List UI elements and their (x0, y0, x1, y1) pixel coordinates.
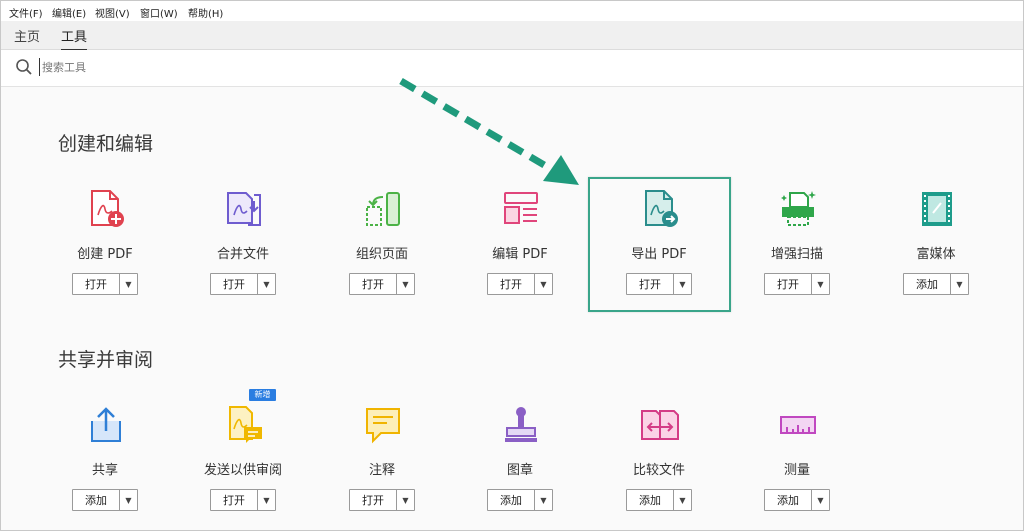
chevron-down-icon[interactable]: ▼ (811, 490, 829, 510)
tool-add-button: 添加 ▼ (72, 489, 138, 511)
tool-label: 增强扫描 (770, 247, 823, 262)
tool-send-for-review: 发送以供审阅 打开 ▼ (174, 405, 312, 525)
tool-rich-media: 富媒体 添加 ▼ (867, 189, 1005, 309)
open-button[interactable]: 打开 (350, 274, 396, 294)
menu-view[interactable]: 视图(V) (95, 5, 130, 20)
chevron-down-icon[interactable]: ▼ (257, 274, 275, 294)
menu-bar: 文件(F) 编辑(E) 视图(V) 窗口(W) 帮助(H) (1, 1, 1023, 21)
tool-open-button: 打开 ▼ (72, 273, 138, 295)
tool-label: 共享 (91, 463, 118, 478)
create-pdf-icon[interactable] (86, 189, 126, 229)
tool-open-button: 打开 ▼ (349, 489, 415, 511)
tool-label: 富媒体 (916, 247, 956, 262)
chevron-down-icon[interactable]: ▼ (673, 490, 691, 510)
new-badge: 新增 (249, 389, 276, 401)
open-button[interactable]: 打开 (488, 274, 534, 294)
dashed-arrow-icon (399, 77, 579, 185)
send-for-review-icon[interactable] (224, 405, 264, 445)
chevron-down-icon[interactable]: ▼ (119, 274, 137, 294)
tool-open-button: 打开 ▼ (487, 273, 553, 295)
tool-label: 测量 (783, 463, 810, 478)
enhance-scan-icon[interactable] (778, 189, 818, 229)
highlight-box (588, 177, 731, 312)
tab-bar: 主页 工具 (1, 21, 1023, 51)
app-window: 文件(F) 编辑(E) 视图(V) 窗口(W) 帮助(H) 主页 工具 创建和编… (0, 0, 1024, 531)
tool-label: 创建 PDF (77, 247, 133, 262)
tool-label: 比较文件 (632, 463, 685, 478)
chevron-down-icon[interactable]: ▼ (396, 490, 414, 510)
open-button[interactable]: 打开 (211, 490, 257, 510)
chevron-down-icon[interactable]: ▼ (534, 274, 552, 294)
chevron-down-icon[interactable]: ▼ (534, 490, 552, 510)
chevron-down-icon[interactable]: ▼ (811, 274, 829, 294)
open-button[interactable]: 打开 (350, 490, 396, 510)
tool-add-button: 添加 ▼ (487, 489, 553, 511)
tool-label: 组织页面 (355, 247, 408, 262)
comment-icon[interactable] (363, 405, 403, 445)
tool-enhance-scan: 增强扫描 打开 ▼ (728, 189, 866, 309)
section-title-share: 共享并审阅 (58, 349, 154, 371)
tab-home[interactable]: 主页 (14, 26, 40, 45)
rich-media-icon[interactable] (917, 189, 957, 229)
compare-files-icon[interactable] (640, 405, 680, 445)
tool-stamp: 图章 添加 ▼ (451, 405, 589, 525)
tool-add-button: 添加 ▼ (626, 489, 692, 511)
tool-combine-files: 合并文件 打开 ▼ (174, 189, 312, 309)
open-button[interactable]: 打开 (211, 274, 257, 294)
tool-measure: 测量 添加 ▼ (728, 405, 866, 525)
tool-label: 编辑 PDF (492, 247, 548, 262)
tool-open-button: 打开 ▼ (210, 273, 276, 295)
tool-share: 共享 添加 ▼ (36, 405, 174, 525)
tool-organize-pages: 组织页面 打开 ▼ (313, 189, 451, 309)
share-icon[interactable] (86, 405, 126, 445)
stamp-icon[interactable] (501, 405, 541, 445)
add-button[interactable]: 添加 (73, 490, 119, 510)
tool-comment: 注释 打开 ▼ (313, 405, 451, 525)
tool-add-button: 添加 ▼ (764, 489, 830, 511)
menu-file[interactable]: 文件(F) (9, 5, 43, 20)
add-button[interactable]: 添加 (488, 490, 534, 510)
search-input[interactable] (39, 58, 342, 76)
tool-add-button: 添加 ▼ (903, 273, 969, 295)
tool-edit-pdf: 编辑 PDF 打开 ▼ (451, 189, 589, 309)
open-button[interactable]: 打开 (73, 274, 119, 294)
tool-label: 图章 (506, 463, 533, 478)
open-button[interactable]: 打开 (765, 274, 811, 294)
menu-window[interactable]: 窗口(W) (140, 5, 178, 20)
tool-open-button: 打开 ▼ (210, 489, 276, 511)
tool-open-button: 打开 ▼ (764, 273, 830, 295)
chevron-down-icon[interactable]: ▼ (950, 274, 968, 294)
tool-label: 合并文件 (216, 247, 269, 262)
tool-open-button: 打开 ▼ (349, 273, 415, 295)
add-button[interactable]: 添加 (904, 274, 950, 294)
chevron-down-icon[interactable]: ▼ (119, 490, 137, 510)
menu-edit[interactable]: 编辑(E) (52, 5, 86, 20)
tool-label: 发送以供审阅 (203, 463, 282, 478)
chevron-down-icon[interactable]: ▼ (257, 490, 275, 510)
tab-tools[interactable]: 工具 (61, 26, 88, 51)
tool-create-pdf: 创建 PDF 打开 ▼ (36, 189, 174, 309)
menu-help[interactable]: 帮助(H) (188, 5, 223, 20)
combine-files-icon[interactable] (224, 189, 264, 229)
tool-compare-files: 比较文件 添加 ▼ (590, 405, 728, 525)
section-title-create: 创建和编辑 (58, 133, 154, 155)
chevron-down-icon[interactable]: ▼ (396, 274, 414, 294)
measure-icon[interactable] (778, 405, 818, 445)
add-button[interactable]: 添加 (765, 490, 811, 510)
tool-label: 注释 (368, 463, 395, 478)
add-button[interactable]: 添加 (627, 490, 673, 510)
search-icon (16, 59, 32, 75)
